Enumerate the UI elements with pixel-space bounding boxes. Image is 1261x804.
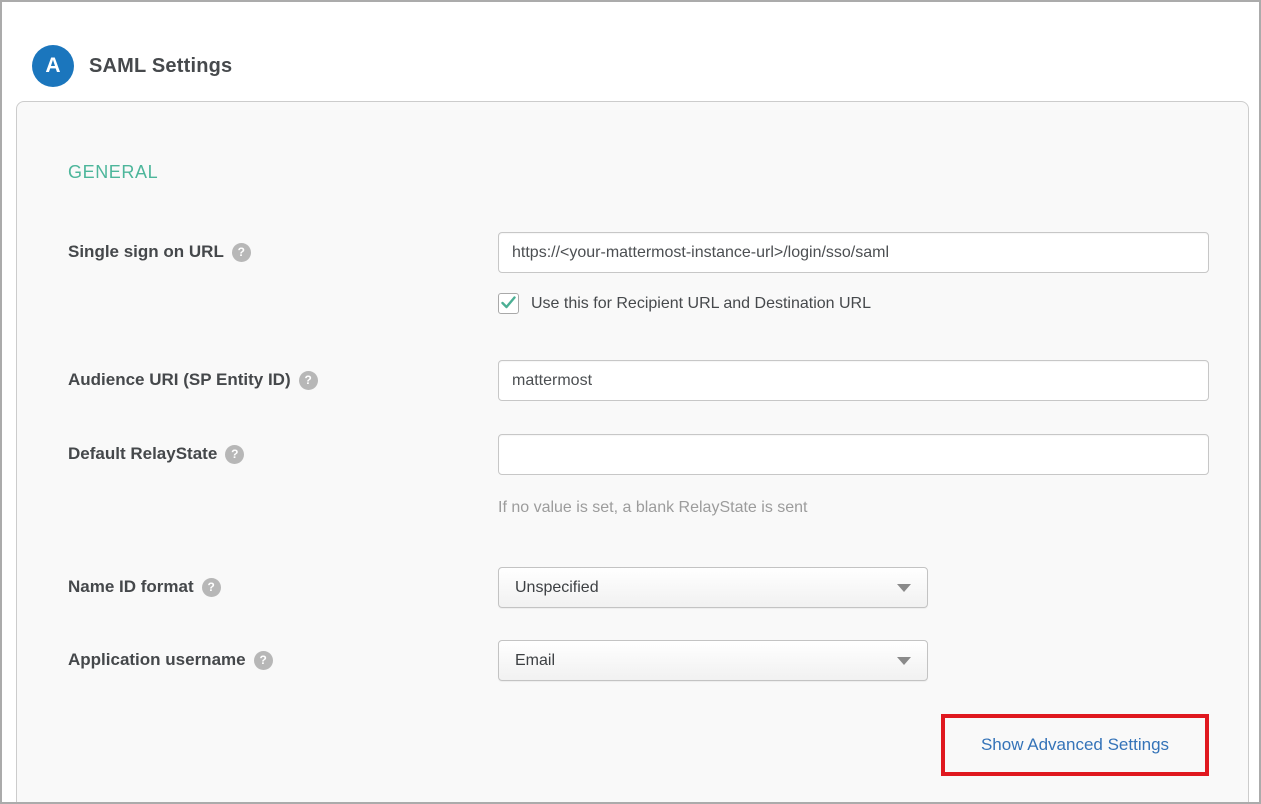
dropdown-arrow-icon bbox=[897, 584, 911, 592]
sso-url-label: Single sign on URL bbox=[68, 242, 224, 262]
sso-url-input[interactable] bbox=[498, 232, 1209, 273]
recipient-url-checkbox-label[interactable]: Use this for Recipient URL and Destinati… bbox=[531, 295, 871, 313]
default-relaystate-label: Default RelayState bbox=[68, 444, 217, 464]
show-advanced-settings-link[interactable]: Show Advanced Settings bbox=[981, 735, 1169, 755]
name-id-format-row: Name ID format ? Unspecified bbox=[68, 567, 1248, 608]
sso-url-row: Single sign on URL ? bbox=[68, 232, 1248, 273]
default-relaystate-input[interactable] bbox=[498, 434, 1209, 475]
application-username-row: Application username ? Email bbox=[68, 640, 1248, 681]
help-icon[interactable]: ? bbox=[299, 371, 318, 390]
red-highlight-box: Show Advanced Settings bbox=[941, 714, 1209, 776]
help-icon[interactable]: ? bbox=[202, 578, 221, 597]
application-username-select[interactable]: Email bbox=[498, 640, 928, 681]
audience-uri-row: Audience URI (SP Entity ID) ? bbox=[68, 360, 1248, 401]
name-id-format-label: Name ID format bbox=[68, 577, 194, 597]
dropdown-arrow-icon bbox=[897, 657, 911, 665]
audience-uri-label: Audience URI (SP Entity ID) bbox=[68, 370, 291, 390]
section-title-general: GENERAL bbox=[68, 162, 1248, 183]
application-username-value: Email bbox=[515, 652, 555, 670]
saml-settings-screen: A SAML Settings GENERAL Single sign on U… bbox=[0, 0, 1261, 804]
recipient-url-checkbox-row: Use this for Recipient URL and Destinati… bbox=[498, 293, 1248, 314]
header: A SAML Settings bbox=[2, 2, 1259, 99]
help-icon[interactable]: ? bbox=[225, 445, 244, 464]
audience-uri-input[interactable] bbox=[498, 360, 1209, 401]
name-id-format-value: Unspecified bbox=[515, 579, 599, 597]
step-a-badge: A bbox=[32, 45, 74, 87]
default-relaystate-row: Default RelayState ? If no value is set,… bbox=[68, 434, 1248, 567]
recipient-url-checkbox[interactable] bbox=[498, 293, 519, 314]
help-icon[interactable]: ? bbox=[254, 651, 273, 670]
saml-settings-panel: GENERAL Single sign on URL ? Use this fo… bbox=[16, 101, 1249, 804]
name-id-format-select[interactable]: Unspecified bbox=[498, 567, 928, 608]
application-username-label: Application username bbox=[68, 650, 246, 670]
help-icon[interactable]: ? bbox=[232, 243, 251, 262]
page-title: SAML Settings bbox=[89, 55, 232, 78]
checkmark-icon bbox=[501, 296, 516, 309]
relaystate-helper-text: If no value is set, a blank RelayState i… bbox=[498, 499, 1248, 517]
